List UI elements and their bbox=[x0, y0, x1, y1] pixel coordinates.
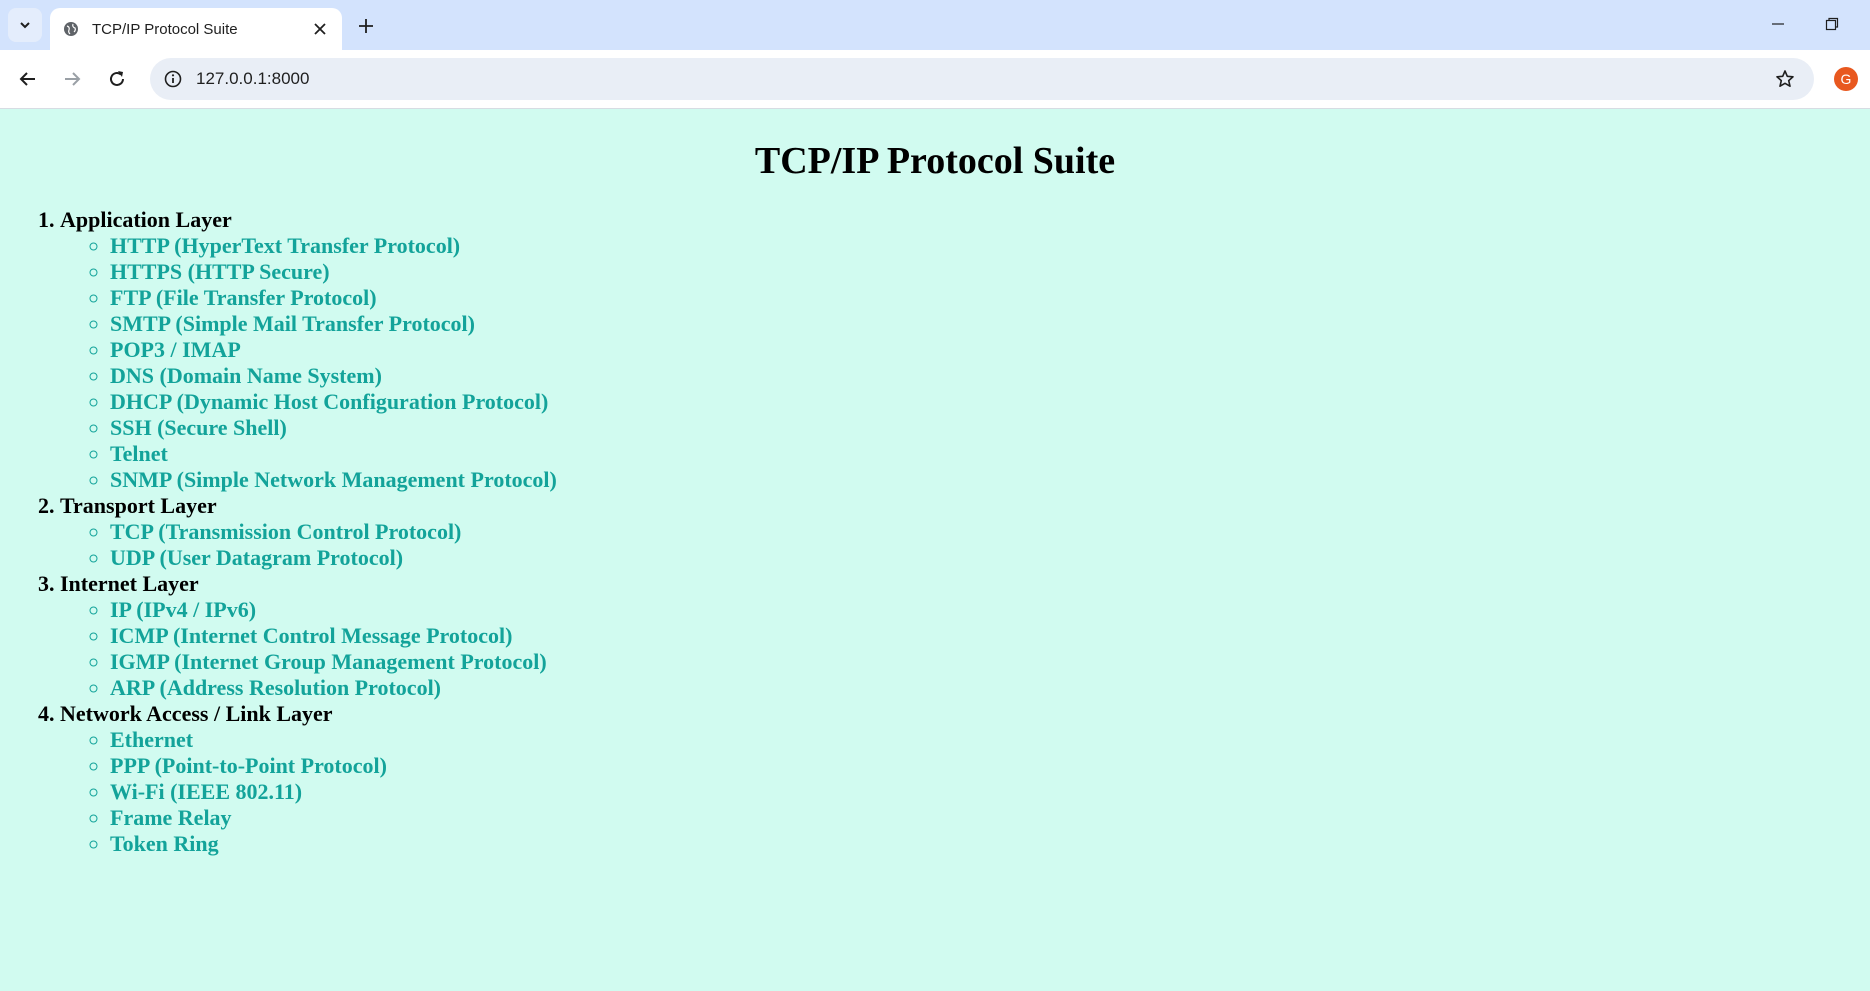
reload-icon[interactable] bbox=[101, 63, 133, 95]
layer-item: Application LayerHTTP (HyperText Transfe… bbox=[60, 207, 1870, 493]
layer-title: Internet Layer bbox=[60, 571, 199, 596]
url-text[interactable]: 127.0.0.1:8000 bbox=[196, 69, 1770, 89]
layer-item: Internet LayerIP (IPv4 / IPv6)ICMP (Inte… bbox=[60, 571, 1870, 701]
plus-icon[interactable] bbox=[352, 12, 380, 40]
avatar[interactable]: G bbox=[1834, 67, 1858, 91]
layer-title: Transport Layer bbox=[60, 493, 217, 518]
protocol-item: DNS (Domain Name System) bbox=[110, 363, 1870, 389]
layer-title: Network Access / Link Layer bbox=[60, 701, 333, 726]
protocol-item: UDP (User Datagram Protocol) bbox=[110, 545, 1870, 571]
minimize-icon[interactable] bbox=[1764, 12, 1792, 36]
protocol-list: TCP (Transmission Control Protocol)UDP (… bbox=[60, 519, 1870, 571]
protocol-item: Ethernet bbox=[110, 727, 1870, 753]
protocol-item: Frame Relay bbox=[110, 805, 1870, 831]
protocol-item: ICMP (Internet Control Message Protocol) bbox=[110, 623, 1870, 649]
protocol-list: HTTP (HyperText Transfer Protocol)HTTPS … bbox=[60, 233, 1870, 493]
protocol-item: Telnet bbox=[110, 441, 1870, 467]
address-bar[interactable]: 127.0.0.1:8000 bbox=[150, 58, 1814, 100]
layer-item: Network Access / Link LayerEthernetPPP (… bbox=[60, 701, 1870, 857]
protocol-item: TCP (Transmission Control Protocol) bbox=[110, 519, 1870, 545]
protocol-list: IP (IPv4 / IPv6)ICMP (Internet Control M… bbox=[60, 597, 1870, 701]
restore-icon[interactable] bbox=[1818, 12, 1846, 36]
page-title: TCP/IP Protocol Suite bbox=[754, 140, 1116, 182]
page-content: TCP/IP Protocol Suite Application LayerH… bbox=[0, 109, 1870, 857]
browser-toolbar: 127.0.0.1:8000 G bbox=[0, 50, 1870, 109]
protocol-list: EthernetPPP (Point-to-Point Protocol)Wi-… bbox=[60, 727, 1870, 857]
browser-tabstrip: TCP/IP Protocol Suite bbox=[0, 0, 1870, 50]
protocol-item: DHCP (Dynamic Host Configuration Protoco… bbox=[110, 389, 1870, 415]
protocol-item: HTTPS (HTTP Secure) bbox=[110, 259, 1870, 285]
protocol-item: SMTP (Simple Mail Transfer Protocol) bbox=[110, 311, 1870, 337]
protocol-item: IP (IPv4 / IPv6) bbox=[110, 597, 1870, 623]
protocol-item: Token Ring bbox=[110, 831, 1870, 857]
protocol-item: HTTP (HyperText Transfer Protocol) bbox=[110, 233, 1870, 259]
tab-title: TCP/IP Protocol Suite bbox=[92, 20, 238, 38]
protocol-item: SNMP (Simple Network Management Protocol… bbox=[110, 467, 1870, 493]
protocol-item: Wi-Fi (IEEE 802.11) bbox=[110, 779, 1870, 805]
protocol-item: PPP (Point-to-Point Protocol) bbox=[110, 753, 1870, 779]
layer-title: Application Layer bbox=[60, 207, 232, 232]
layer-list: Application LayerHTTP (HyperText Transfe… bbox=[0, 207, 1870, 857]
back-arrow-icon[interactable] bbox=[12, 63, 44, 95]
globe-icon bbox=[62, 20, 80, 38]
protocol-item: IGMP (Internet Group Management Protocol… bbox=[110, 649, 1870, 675]
star-icon[interactable] bbox=[1770, 64, 1800, 94]
protocol-item: SSH (Secure Shell) bbox=[110, 415, 1870, 441]
layer-item: Transport LayerTCP (Transmission Control… bbox=[60, 493, 1870, 571]
forward-arrow-icon[interactable] bbox=[56, 63, 88, 95]
chevron-down-icon[interactable] bbox=[8, 8, 42, 42]
protocol-item: ARP (Address Resolution Protocol) bbox=[110, 675, 1870, 701]
close-icon[interactable] bbox=[308, 17, 332, 41]
browser-tab[interactable]: TCP/IP Protocol Suite bbox=[50, 8, 342, 50]
protocol-item: FTP (File Transfer Protocol) bbox=[110, 285, 1870, 311]
info-icon[interactable] bbox=[160, 66, 186, 92]
protocol-item: POP3 / IMAP bbox=[110, 337, 1870, 363]
